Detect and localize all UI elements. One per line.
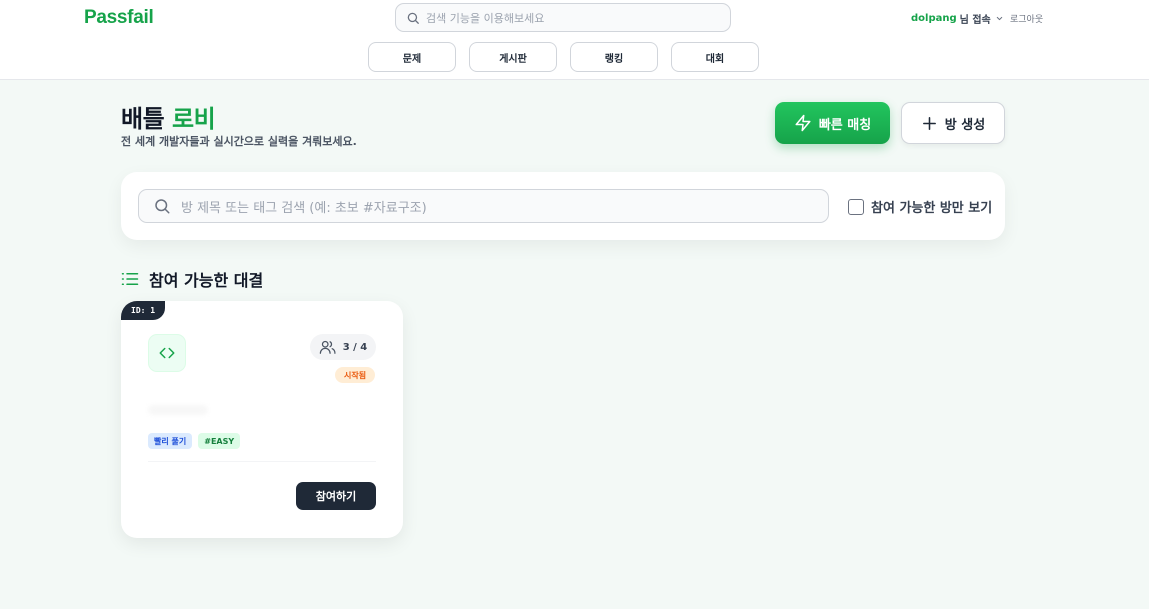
user-suffix: 님 접속	[959, 15, 991, 26]
logo[interactable]: Passfail	[84, 7, 154, 29]
list-icon	[121, 273, 139, 285]
nav-board[interactable]: 게시판	[469, 42, 557, 72]
code-icon	[159, 347, 175, 359]
room-title-placeholder	[148, 405, 208, 415]
chevron-down-icon	[996, 16, 1002, 21]
room-card[interactable]: ID: 1 3 / 4 시작됨 빨리 풀기 #EASY 참여하기	[121, 301, 403, 538]
room-search-placeholder: 방 제목 또는 태그 검색 (예: 초보 #자료구조)	[181, 200, 427, 216]
main-nav: 문제 게시판 랭킹 대회	[368, 42, 759, 72]
logout-link[interactable]: 로그아웃	[1010, 12, 1043, 25]
player-count-text: 3 / 4	[342, 341, 368, 353]
nav-ranking[interactable]: 랭킹	[570, 42, 658, 72]
create-room-label: 방 생성	[944, 117, 986, 133]
player-count: 3 / 4	[310, 334, 376, 360]
global-search-placeholder: 검색 기능을 이용해보세요	[426, 11, 545, 25]
room-type-icon	[148, 334, 186, 372]
only-open-filter[interactable]: 참여 가능한 방만 보기	[848, 197, 992, 216]
search-icon	[155, 199, 170, 214]
page-title-accent: 로비	[172, 105, 216, 133]
tag-difficulty: #EASY	[198, 433, 241, 449]
quick-match-label: 빠른 매칭	[818, 117, 872, 133]
user-menu[interactable]: dolpang 님 접속	[911, 11, 1004, 26]
card-divider	[148, 461, 376, 462]
top-header: Passfail 검색 기능을 이용해보세요 dolpang 님 접속 로그아웃…	[0, 0, 1149, 80]
only-open-checkbox[interactable]	[848, 198, 864, 215]
page-subtitle: 전 세계 개발자들과 실시간으로 실력을 겨뤄보세요.	[121, 135, 357, 148]
status-badge: 시작됨	[335, 367, 376, 383]
users-icon	[319, 340, 336, 354]
room-id-badge: ID: 1	[121, 301, 166, 320]
plus-icon	[922, 116, 936, 130]
section-title: 참여 가능한 대결	[149, 271, 264, 290]
bolt-icon	[795, 114, 811, 132]
nav-problems[interactable]: 문제	[368, 42, 456, 72]
join-button[interactable]: 참여하기	[296, 482, 376, 510]
room-tags: 빨리 풀기 #EASY	[148, 433, 241, 449]
quick-match-button[interactable]: 빠른 매칭	[775, 102, 890, 144]
room-search-input[interactable]: 방 제목 또는 태그 검색 (예: 초보 #자료구조)	[138, 189, 829, 223]
search-icon	[407, 12, 419, 24]
section-header: 참여 가능한 대결	[121, 267, 263, 291]
only-open-label: 참여 가능한 방만 보기	[871, 201, 993, 216]
user-name: dolpang	[911, 13, 957, 24]
page-title: 배틀 로비	[121, 99, 216, 134]
tag-mode: 빨리 풀기	[148, 433, 193, 449]
nav-contest[interactable]: 대회	[671, 42, 759, 72]
page-title-main: 배틀	[121, 105, 165, 133]
room-filter-panel: 방 제목 또는 태그 검색 (예: 초보 #자료구조) 참여 가능한 방만 보기	[121, 172, 1005, 240]
global-search-input[interactable]: 검색 기능을 이용해보세요	[395, 3, 731, 32]
create-room-button[interactable]: 방 생성	[901, 102, 1005, 144]
